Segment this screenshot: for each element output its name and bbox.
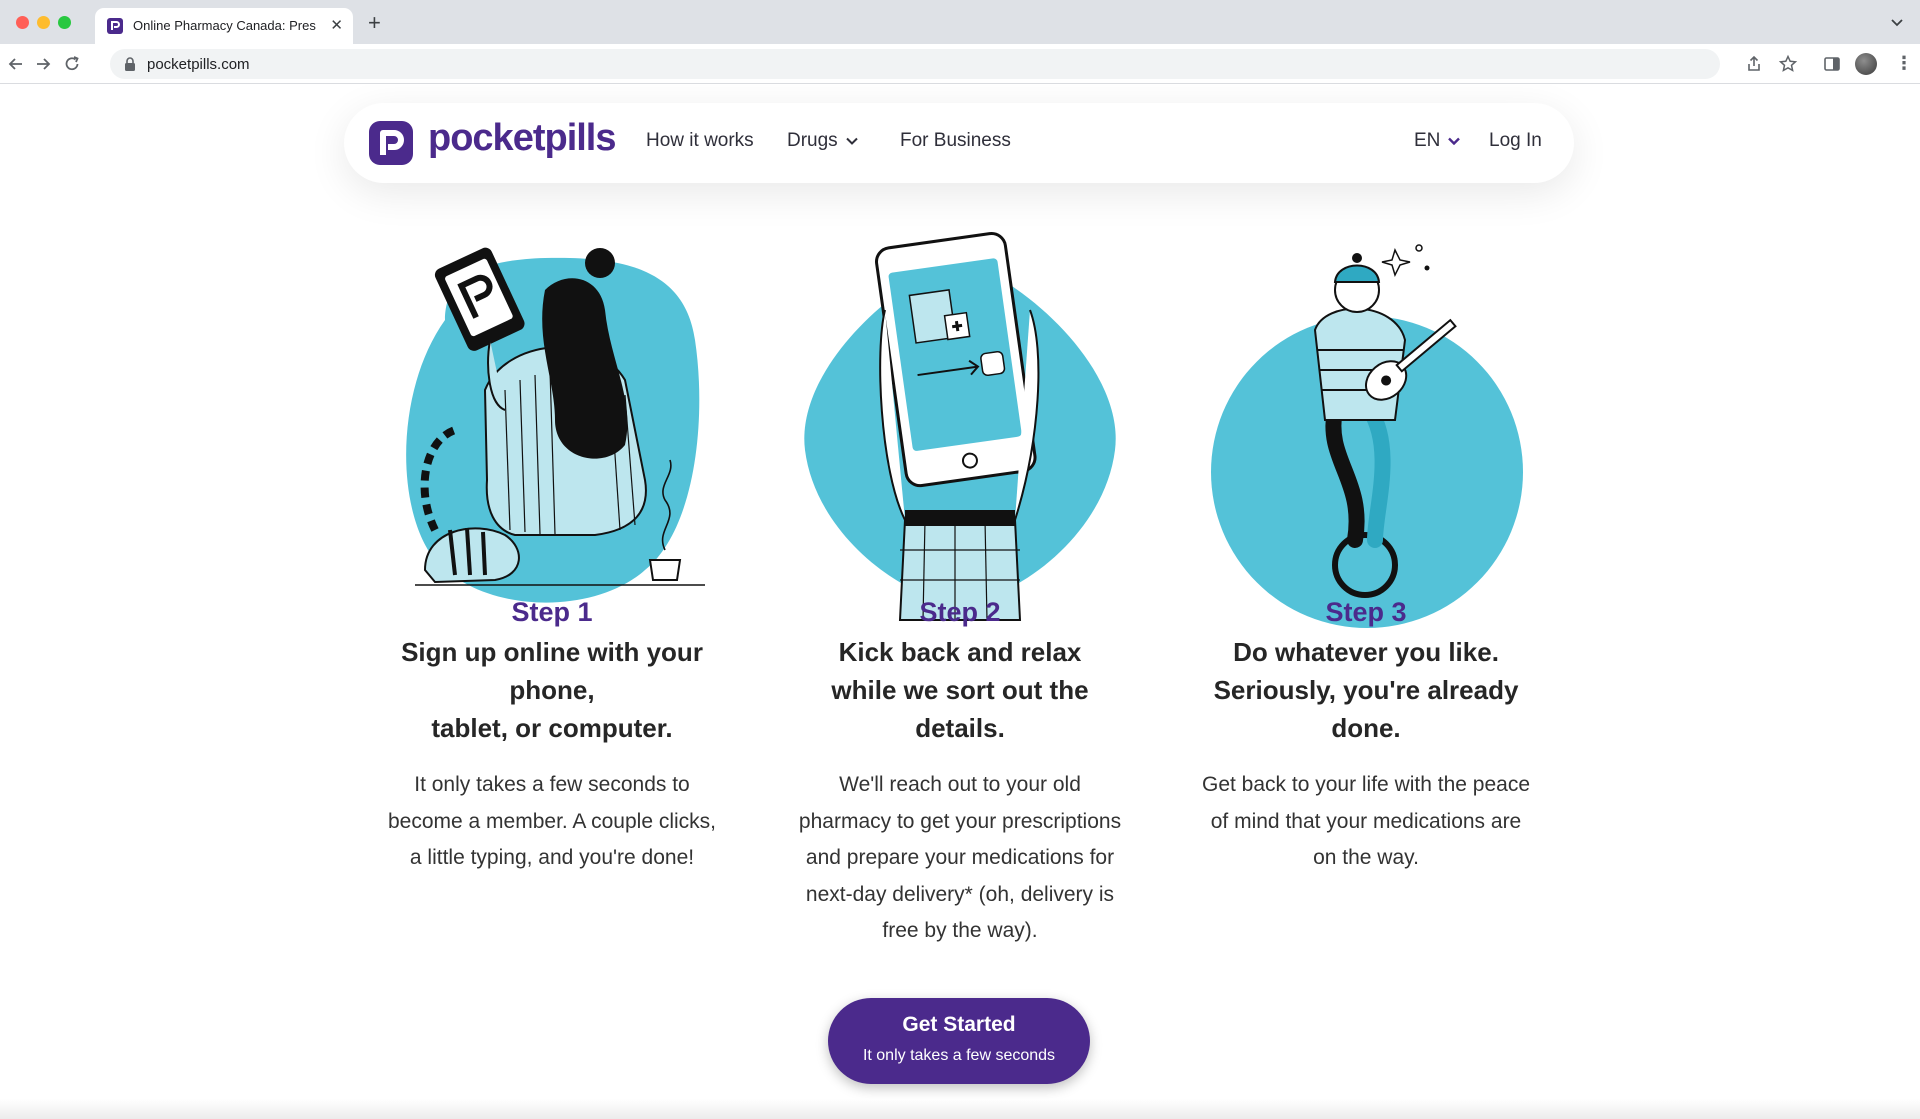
window-close-button[interactable] (16, 16, 29, 29)
step2-illustration (804, 232, 1116, 621)
browser-tab[interactable]: Online Pharmacy Canada: Pres ✕ (95, 8, 353, 44)
step3-illustration (1211, 244, 1523, 628)
step-2-title: Kick back and relax while we sort out th… (780, 633, 1140, 747)
profile-avatar[interactable] (1855, 53, 1877, 75)
forward-arrow-icon[interactable] (33, 54, 53, 74)
nav-how-it-works[interactable]: How it works (646, 130, 754, 152)
browser-menu-icon[interactable]: ⋮ (1895, 53, 1913, 74)
browser-tab-bar: Online Pharmacy Canada: Pres ✕ + (0, 0, 1920, 44)
step-2-title-line: details. (915, 713, 1005, 743)
step-2-description: We'll reach out to your old pharmacy to … (780, 767, 1140, 950)
step-3-title-line: done. (1331, 713, 1401, 743)
site-header: pocketpills How it works Drugs For Busin… (344, 103, 1574, 183)
pocketpills-favicon-icon (107, 18, 123, 34)
tab-close-icon[interactable]: ✕ (330, 16, 343, 34)
get-started-label: Get Started (902, 1013, 1016, 1036)
step-3-body-line: of mind that your medications are (1210, 809, 1522, 833)
nav-drugs-dropdown[interactable]: Drugs (787, 130, 858, 152)
bookmark-star-icon[interactable] (1778, 54, 1798, 74)
chevron-down-icon (1448, 137, 1461, 145)
step-1-label: Step 1 (511, 597, 593, 627)
step-3-body-line: Get back to your life with the peace (1201, 773, 1530, 796)
get-started-button[interactable]: Get Started It only takes a few seconds (828, 998, 1090, 1084)
nav-for-business[interactable]: For Business (900, 130, 1011, 152)
step-3-title-line: Do whatever you like. (1233, 637, 1499, 667)
step-1-title: Sign up online with your phone, tablet, … (372, 633, 732, 747)
step-2-body-line: We'll reach out to your old (839, 773, 1081, 796)
address-bar[interactable]: pocketpills.com (110, 49, 1720, 79)
url-text: pocketpills.com (147, 56, 250, 73)
browser-toolbar: pocketpills.com ⋮ (0, 44, 1920, 84)
step-3-body-line: on the way. (1313, 846, 1419, 869)
step-3-label: Step 3 (1325, 597, 1407, 627)
step-1-body-line: a little typing, and you're done! (409, 846, 695, 869)
new-tab-button[interactable]: + (368, 10, 381, 36)
step-2-body-line: next-day delivery* (oh, delivery is (805, 882, 1115, 906)
reload-icon[interactable] (62, 54, 82, 74)
share-icon[interactable] (1744, 54, 1764, 74)
language-selector[interactable]: EN (1414, 130, 1461, 152)
step-3-title: Do whatever you like. Seriously, you're … (1186, 633, 1546, 747)
step-2-title-line: while we sort out the (831, 675, 1089, 705)
step-2-body-line: pharmacy to get your prescriptions (798, 809, 1122, 833)
pocketpills-logo-icon[interactable] (369, 121, 413, 165)
step-1-description: It only takes a few seconds to become a … (372, 767, 732, 877)
window-maximize-button[interactable] (58, 16, 71, 29)
page-bottom-edge (0, 1099, 1920, 1119)
chevron-down-icon (845, 137, 858, 145)
step-1-body-line: become a member. A couple clicks, (388, 809, 716, 833)
tab-title: Online Pharmacy Canada: Pres (133, 18, 316, 33)
step-2-label: Step 2 (919, 597, 1001, 627)
get-started-sublabel: It only takes a few seconds (862, 1047, 1056, 1064)
step-3-description: Get back to your life with the peace of … (1186, 767, 1546, 877)
lock-icon (125, 57, 135, 71)
step-2-title-line: Kick back and relax (838, 637, 1082, 667)
step-1-body-line: It only takes a few seconds to (414, 773, 690, 796)
web-page: pocketpills How it works Drugs For Busin… (0, 85, 1920, 1119)
step-3-title-line: Seriously, you're already (1213, 675, 1519, 705)
step-2-body-line: free by the way). (882, 919, 1038, 942)
step-1-title-line: tablet, or computer. (431, 713, 673, 743)
side-panel-icon[interactable] (1822, 54, 1842, 74)
step-1-title-line: phone, (509, 675, 595, 705)
step1-illustration (406, 247, 705, 603)
tab-search-chevron-icon[interactable] (1890, 16, 1904, 30)
login-link[interactable]: Log In (1489, 130, 1542, 152)
logo-wordmark[interactable]: pocketpills (428, 117, 616, 160)
step-1-title-line: Sign up online with your (401, 637, 703, 667)
step-2-body-line: and prepare your medications for (805, 846, 1115, 869)
language-label: EN (1414, 130, 1441, 151)
back-arrow-icon[interactable] (6, 54, 26, 74)
nav-drugs-label: Drugs (787, 130, 838, 151)
window-minimize-button[interactable] (37, 16, 50, 29)
